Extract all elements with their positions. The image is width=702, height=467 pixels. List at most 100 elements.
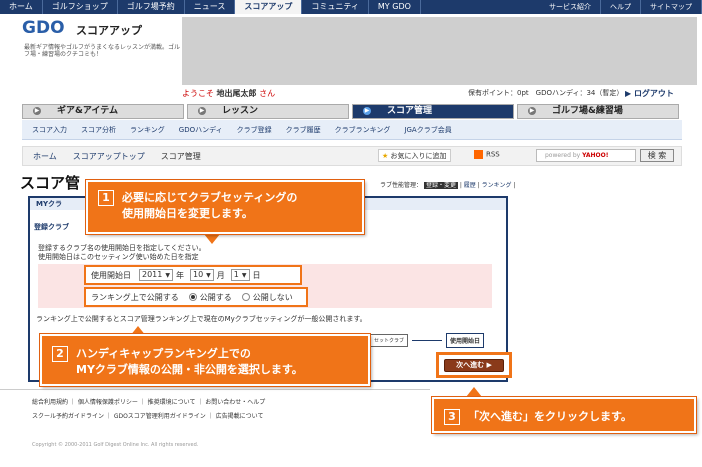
arrow-icon: ▶ — [363, 106, 371, 115]
month-unit: 月 — [216, 270, 225, 280]
tab-label: スコア管理 — [387, 106, 433, 116]
rss-link[interactable]: RSS — [474, 150, 500, 159]
callout-3-number: 3 — [444, 409, 460, 425]
footer-links-1[interactable]: 総合利用規約 ｜ 個人情報保護ポリシー ｜ 推奨環境について ｜ お問い合わせ・… — [32, 397, 265, 406]
site-section-title: スコアアップ — [76, 24, 142, 37]
favorite-label: お気に入りに追加 — [390, 152, 447, 160]
day-select[interactable]: 1 ▼ — [230, 269, 250, 281]
callout-3-pointer — [466, 387, 482, 397]
callout-2-text-1: ハンディキャップランキング上での — [76, 347, 251, 360]
yahoo-logo: YAHOO! — [582, 152, 609, 159]
callout-1-pointer — [204, 234, 220, 244]
flow-step-start-date: 使用開始日 — [446, 333, 485, 348]
year-unit: 年 — [175, 270, 184, 280]
breadcrumb-current: スコア管理 — [160, 151, 201, 161]
nav-golf-shop[interactable]: ゴルフショップ — [43, 0, 118, 14]
link-history[interactable]: 履歴 — [464, 182, 476, 189]
logout-label: ログアウト — [633, 89, 674, 98]
callout-1: 1 必要に応じてクラブセッティングの 使用開始日を変更します。 — [86, 180, 364, 234]
link-ranking[interactable]: ランキング — [482, 182, 512, 189]
add-favorite-button[interactable]: ★ お気に入りに追加 — [378, 149, 451, 162]
start-date-label: 使用開始日 — [91, 270, 131, 280]
subnav-club-register[interactable]: クラブ登録 — [237, 125, 272, 135]
day-value: 1 — [233, 270, 239, 279]
tab-label: ゴルフ場&練習場 — [552, 106, 623, 116]
logout-link[interactable]: ▶ ログアウト — [625, 88, 674, 99]
user-name: 地出尾太郎 — [216, 89, 257, 98]
main-tabs: ▶ ギア&アイテム ▶ レッスン ▶ スコア管理 ▶ ゴルフ場&練習場 — [22, 104, 682, 119]
radio-public-label[interactable]: 公開する — [200, 292, 232, 303]
day-unit: 日 — [252, 270, 261, 280]
subnav-gdo-handicap[interactable]: GDOハンディ — [179, 125, 223, 135]
callout-1-text-2: 使用開始日を変更します。 — [122, 207, 253, 220]
callout-2-number: 2 — [52, 346, 68, 362]
tab-course-range[interactable]: ▶ ゴルフ場&練習場 — [517, 104, 679, 119]
tab-gear-items[interactable]: ▶ ギア&アイテム — [22, 104, 184, 119]
month-select[interactable]: 10 ▼ — [189, 269, 214, 281]
nav-help[interactable]: ヘルプ — [601, 0, 641, 14]
month-value: 10 — [192, 270, 204, 279]
nav-my-gdo[interactable]: MY GDO — [369, 0, 421, 14]
panel-subheading: 登録クラブ — [34, 223, 69, 231]
callout-3: 3 「次へ進む」をクリックします。 — [432, 397, 696, 433]
publish-setting-field: ランキング上で公開する 公開する 公開しない — [84, 287, 308, 307]
radio-private[interactable] — [241, 293, 250, 301]
global-nav: ホーム ゴルフショップ ゴルフ場予約 ニュース スコアアップ コミュニティ MY… — [0, 0, 702, 14]
search-input[interactable]: powered by YAHOO! — [536, 149, 636, 162]
subnav-jga-member[interactable]: JGAクラブ会員 — [404, 125, 451, 135]
welcome-message: ようこそ 地出尾太郎 さん — [182, 88, 275, 99]
next-button-label: 次へ進む — [456, 361, 485, 369]
gdo-logo[interactable]: GDO — [22, 18, 65, 38]
radio-private-label[interactable]: 公開しない — [253, 292, 293, 303]
callout-1-number: 1 — [98, 190, 114, 206]
callout-2-line-1: 2 ハンディキャップランキング上での — [52, 346, 358, 362]
link-register-change[interactable]: 登録・変更 — [423, 182, 458, 189]
club-performance-links: ラブ性能管理： 登録・変更 | 履歴 | ランキング | — [380, 182, 516, 189]
nav-news[interactable]: ニュース — [185, 0, 236, 14]
year-select[interactable]: 2011 ▼ — [139, 269, 173, 281]
instruction-line-2: 使用開始日はこのセッティング使い始めた日を指定 — [38, 253, 199, 261]
subnav-club-ranking[interactable]: クラブランキング — [335, 125, 391, 135]
year-value: 2011 — [142, 270, 163, 279]
subnav-score-input[interactable]: スコア入力 — [32, 125, 67, 135]
callout-1-text-1: 必要に応じてクラブセッティングの — [122, 191, 298, 204]
callout-1-line-1: 1 必要に応じてクラブセッティングの — [98, 190, 352, 206]
callout-3-text: 「次へ進む」をクリックします。 — [468, 410, 632, 423]
radio-public[interactable] — [188, 293, 197, 301]
welcome-prefix: ようこそ — [182, 89, 214, 98]
utility-nav: サービス紹介 ヘルプ サイトマップ — [540, 0, 702, 14]
callout-2: 2 ハンディキャップランキング上での MYクラブ情報の公開・非公開を選択します。 — [40, 334, 370, 386]
nav-service-intro[interactable]: サービス紹介 — [540, 0, 601, 14]
ad-banner[interactable] — [182, 17, 697, 85]
step-flow: セットクラブ 使用開始日 — [370, 333, 488, 348]
chevron-down-icon: ▼ — [241, 272, 247, 279]
nav-score-up[interactable]: スコアアップ — [235, 0, 303, 14]
subnav-score-analysis[interactable]: スコア分析 — [81, 125, 116, 135]
nav-home[interactable]: ホーム — [0, 0, 43, 14]
footer-links-2[interactable]: スクール予約ガイドライン ｜ GDOスコア管理利用ガイドライン ｜ 広告掲載につ… — [32, 411, 263, 420]
breadcrumb-home[interactable]: ホーム — [33, 151, 57, 162]
flow-arrow — [412, 340, 443, 341]
next-button[interactable]: 次へ進む ▶ — [444, 359, 504, 372]
sub-nav: スコア入力 スコア分析 ランキング GDOハンディ クラブ登録 クラブ履歴 クラ… — [22, 120, 682, 140]
subnav-ranking[interactable]: ランキング — [130, 125, 165, 135]
instruction-line-1: 登録するクラブ名の使用開始日を指定してください。 — [38, 244, 206, 252]
search-button[interactable]: 検 索 — [640, 149, 674, 162]
tab-label: ギア&アイテム — [57, 106, 118, 116]
tab-lesson[interactable]: ▶ レッスン — [187, 104, 349, 119]
chevron-down-icon: ▼ — [165, 272, 170, 279]
user-suffix: さん — [259, 89, 276, 98]
tab-score-management[interactable]: ▶ スコア管理 — [352, 104, 514, 119]
breadcrumb-score-up-top[interactable]: スコアアップトップ — [73, 151, 145, 162]
nav-course-booking[interactable]: ゴルフ場予約 — [118, 0, 185, 14]
start-date-field: 使用開始日 2011 ▼ 年 10 ▼ 月 1 ▼ 日 — [84, 265, 302, 285]
nav-sitemap[interactable]: サイトマップ — [641, 0, 702, 14]
tagline: 最新ギア情報やゴルフがうまくなるレッスンが満載。ゴルフ場・練習場のクチコミも！ — [24, 44, 181, 58]
flow-step-set-club: セットクラブ — [370, 334, 409, 347]
club-links-prefix: ラブ性能管理： — [380, 182, 423, 189]
nav-community[interactable]: コミュニティ — [302, 0, 369, 14]
callout-2-text-2: MYクラブ情報の公開・非公開を選択します。 — [76, 363, 303, 376]
page-title: スコア管 — [20, 174, 81, 192]
instruction-text: 登録するクラブ名の使用開始日を指定してください。 使用開始日はこのセッティング使… — [38, 244, 368, 262]
subnav-club-history[interactable]: クラブ履歴 — [286, 125, 321, 135]
